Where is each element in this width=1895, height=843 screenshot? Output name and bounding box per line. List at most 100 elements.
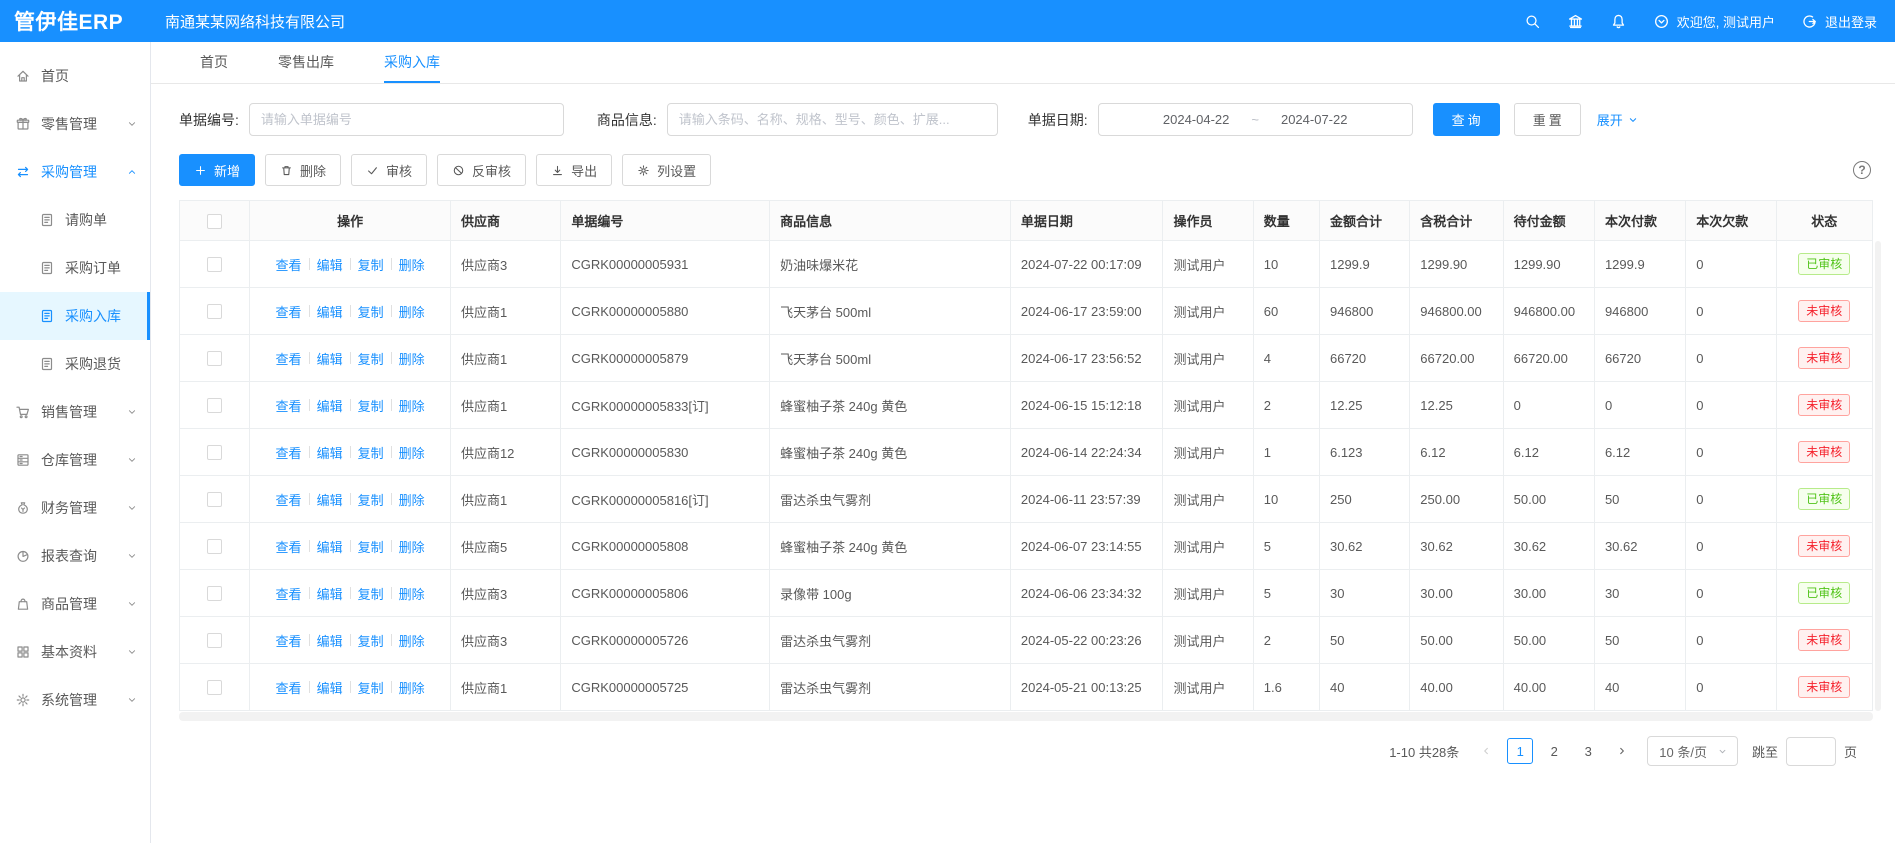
bank-icon[interactable] bbox=[1567, 13, 1584, 30]
page-number-1[interactable]: 1 bbox=[1507, 738, 1533, 764]
row-action-link[interactable]: 编辑 bbox=[310, 396, 350, 415]
add-button[interactable]: 新增 bbox=[179, 154, 255, 186]
row-checkbox[interactable] bbox=[207, 633, 222, 648]
column-settings-button[interactable]: 列设置 bbox=[622, 154, 711, 186]
row-action-link[interactable]: 复制 bbox=[351, 396, 391, 415]
row-action-link[interactable]: 编辑 bbox=[310, 537, 350, 556]
row-action-link[interactable]: 编辑 bbox=[310, 631, 350, 650]
row-action-link[interactable]: 复制 bbox=[351, 537, 391, 556]
row-action-link[interactable]: 复制 bbox=[351, 302, 391, 321]
sidebar-item-retail-manage[interactable]: 零售管理 bbox=[0, 100, 150, 148]
row-checkbox[interactable] bbox=[207, 680, 222, 695]
row-action-link[interactable]: 编辑 bbox=[310, 443, 350, 462]
row-action-link[interactable]: 删除 bbox=[392, 490, 432, 509]
row-action-link[interactable]: 删除 bbox=[392, 396, 432, 415]
row-action-link[interactable]: 复制 bbox=[351, 349, 391, 368]
sidebar-item-purchase-order[interactable]: 采购订单 bbox=[0, 244, 150, 292]
sidebar-item-finance-manage[interactable]: 财务管理 bbox=[0, 484, 150, 532]
vertical-scrollbar[interactable] bbox=[1875, 241, 1881, 711]
row-action-link[interactable]: 复制 bbox=[351, 678, 391, 697]
row-checkbox[interactable] bbox=[207, 492, 222, 507]
export-button[interactable]: 导出 bbox=[536, 154, 612, 186]
row-action-link[interactable]: 删除 bbox=[392, 255, 432, 274]
row-action-link[interactable]: 编辑 bbox=[310, 349, 350, 368]
delete-button[interactable]: 删除 bbox=[265, 154, 341, 186]
doc-no-input[interactable] bbox=[249, 103, 564, 136]
row-action-link[interactable]: 查看 bbox=[269, 490, 309, 509]
date-range-picker[interactable]: 2024-04-22 ~ 2024-07-22 bbox=[1098, 103, 1413, 136]
date-end-value[interactable]: 2024-07-22 bbox=[1281, 112, 1348, 127]
row-action-link[interactable]: 编辑 bbox=[310, 584, 350, 603]
row-action-link[interactable]: 删除 bbox=[392, 443, 432, 462]
row-action-link[interactable]: 删除 bbox=[392, 349, 432, 368]
row-checkbox[interactable] bbox=[207, 257, 222, 272]
tab-purchase-inbound[interactable]: 采购入库 bbox=[384, 42, 440, 83]
row-action-link[interactable]: 编辑 bbox=[310, 255, 350, 274]
row-action-link[interactable]: 删除 bbox=[392, 537, 432, 556]
table-row: 查看编辑复制删除供应商1CGRK00000005833[订]蜂蜜柚子茶 240g… bbox=[180, 382, 1873, 429]
row-action-link[interactable]: 编辑 bbox=[310, 302, 350, 321]
row-action-link[interactable]: 编辑 bbox=[310, 678, 350, 697]
row-action-link[interactable]: 查看 bbox=[269, 631, 309, 650]
horizontal-scrollbar[interactable] bbox=[179, 712, 1873, 721]
page-number-3[interactable]: 3 bbox=[1575, 738, 1601, 764]
row-checkbox[interactable] bbox=[207, 445, 222, 460]
sidebar-item-purchase-return[interactable]: 采购退货 bbox=[0, 340, 150, 388]
audit-button[interactable]: 审核 bbox=[351, 154, 427, 186]
page-number-2[interactable]: 2 bbox=[1541, 738, 1567, 764]
next-page-button[interactable] bbox=[1609, 738, 1635, 764]
row-action-link[interactable]: 查看 bbox=[269, 302, 309, 321]
product-info-input[interactable] bbox=[667, 103, 998, 136]
tab-home[interactable]: 首页 bbox=[200, 42, 228, 83]
prev-page-button[interactable] bbox=[1473, 738, 1499, 764]
jump-page-input[interactable] bbox=[1786, 737, 1836, 766]
user-welcome[interactable]: 欢迎您, 测试用户 bbox=[1653, 12, 1775, 31]
product-info-label: 商品信息: bbox=[597, 110, 657, 130]
sidebar-item-warehouse-manage[interactable]: 仓库管理 bbox=[0, 436, 150, 484]
select-all-checkbox[interactable] bbox=[207, 214, 222, 229]
unaudit-button[interactable]: 反审核 bbox=[437, 154, 526, 186]
sidebar-item-purchase-inbound[interactable]: 采购入库 bbox=[0, 292, 150, 340]
search-button[interactable]: 查询 bbox=[1433, 103, 1500, 136]
sidebar-item-basic-data[interactable]: 基本资料 bbox=[0, 628, 150, 676]
sidebar-item-report-query[interactable]: 报表查询 bbox=[0, 532, 150, 580]
row-action-link[interactable]: 查看 bbox=[269, 584, 309, 603]
row-checkbox[interactable] bbox=[207, 539, 222, 554]
row-action-link[interactable]: 复制 bbox=[351, 490, 391, 509]
row-checkbox[interactable] bbox=[207, 304, 222, 319]
row-action-link[interactable]: 删除 bbox=[392, 584, 432, 603]
sidebar-item-system-manage[interactable]: 系统管理 bbox=[0, 676, 150, 724]
row-action-link[interactable]: 复制 bbox=[351, 631, 391, 650]
page-size-select[interactable]: 10 条/页 bbox=[1647, 736, 1738, 766]
row-action-link[interactable]: 查看 bbox=[269, 396, 309, 415]
row-action-link[interactable]: 复制 bbox=[351, 584, 391, 603]
reset-button[interactable]: 重置 bbox=[1514, 103, 1581, 136]
sidebar-item-label: 商品管理 bbox=[41, 594, 97, 614]
row-action-link[interactable]: 复制 bbox=[351, 443, 391, 462]
row-action-link[interactable]: 查看 bbox=[269, 443, 309, 462]
row-action-link[interactable]: 编辑 bbox=[310, 490, 350, 509]
sidebar-item-purchase-request[interactable]: 请购单 bbox=[0, 196, 150, 244]
row-action-link[interactable]: 复制 bbox=[351, 255, 391, 274]
sidebar-item-purchase-manage[interactable]: 采购管理 bbox=[0, 148, 150, 196]
row-checkbox[interactable] bbox=[207, 351, 222, 366]
expand-filters-link[interactable]: 展开 bbox=[1597, 110, 1639, 129]
tab-retail-outbound[interactable]: 零售出库 bbox=[278, 42, 334, 83]
row-action-link[interactable]: 删除 bbox=[392, 302, 432, 321]
row-action-link[interactable]: 查看 bbox=[269, 537, 309, 556]
row-checkbox[interactable] bbox=[207, 586, 222, 601]
bell-icon[interactable] bbox=[1610, 13, 1627, 30]
sidebar-item-sales-manage[interactable]: 销售管理 bbox=[0, 388, 150, 436]
row-action-link[interactable]: 查看 bbox=[269, 255, 309, 274]
date-start-value[interactable]: 2024-04-22 bbox=[1163, 112, 1230, 127]
help-icon[interactable]: ? bbox=[1853, 161, 1871, 179]
logout-button[interactable]: 退出登录 bbox=[1801, 12, 1877, 31]
sidebar-item-home[interactable]: 首页 bbox=[0, 52, 150, 100]
row-action-link[interactable]: 查看 bbox=[269, 349, 309, 368]
search-icon[interactable] bbox=[1524, 13, 1541, 30]
row-action-link[interactable]: 删除 bbox=[392, 631, 432, 650]
row-action-link[interactable]: 删除 bbox=[392, 678, 432, 697]
sidebar-item-goods-manage[interactable]: 商品管理 bbox=[0, 580, 150, 628]
row-action-link[interactable]: 查看 bbox=[269, 678, 309, 697]
row-checkbox[interactable] bbox=[207, 398, 222, 413]
